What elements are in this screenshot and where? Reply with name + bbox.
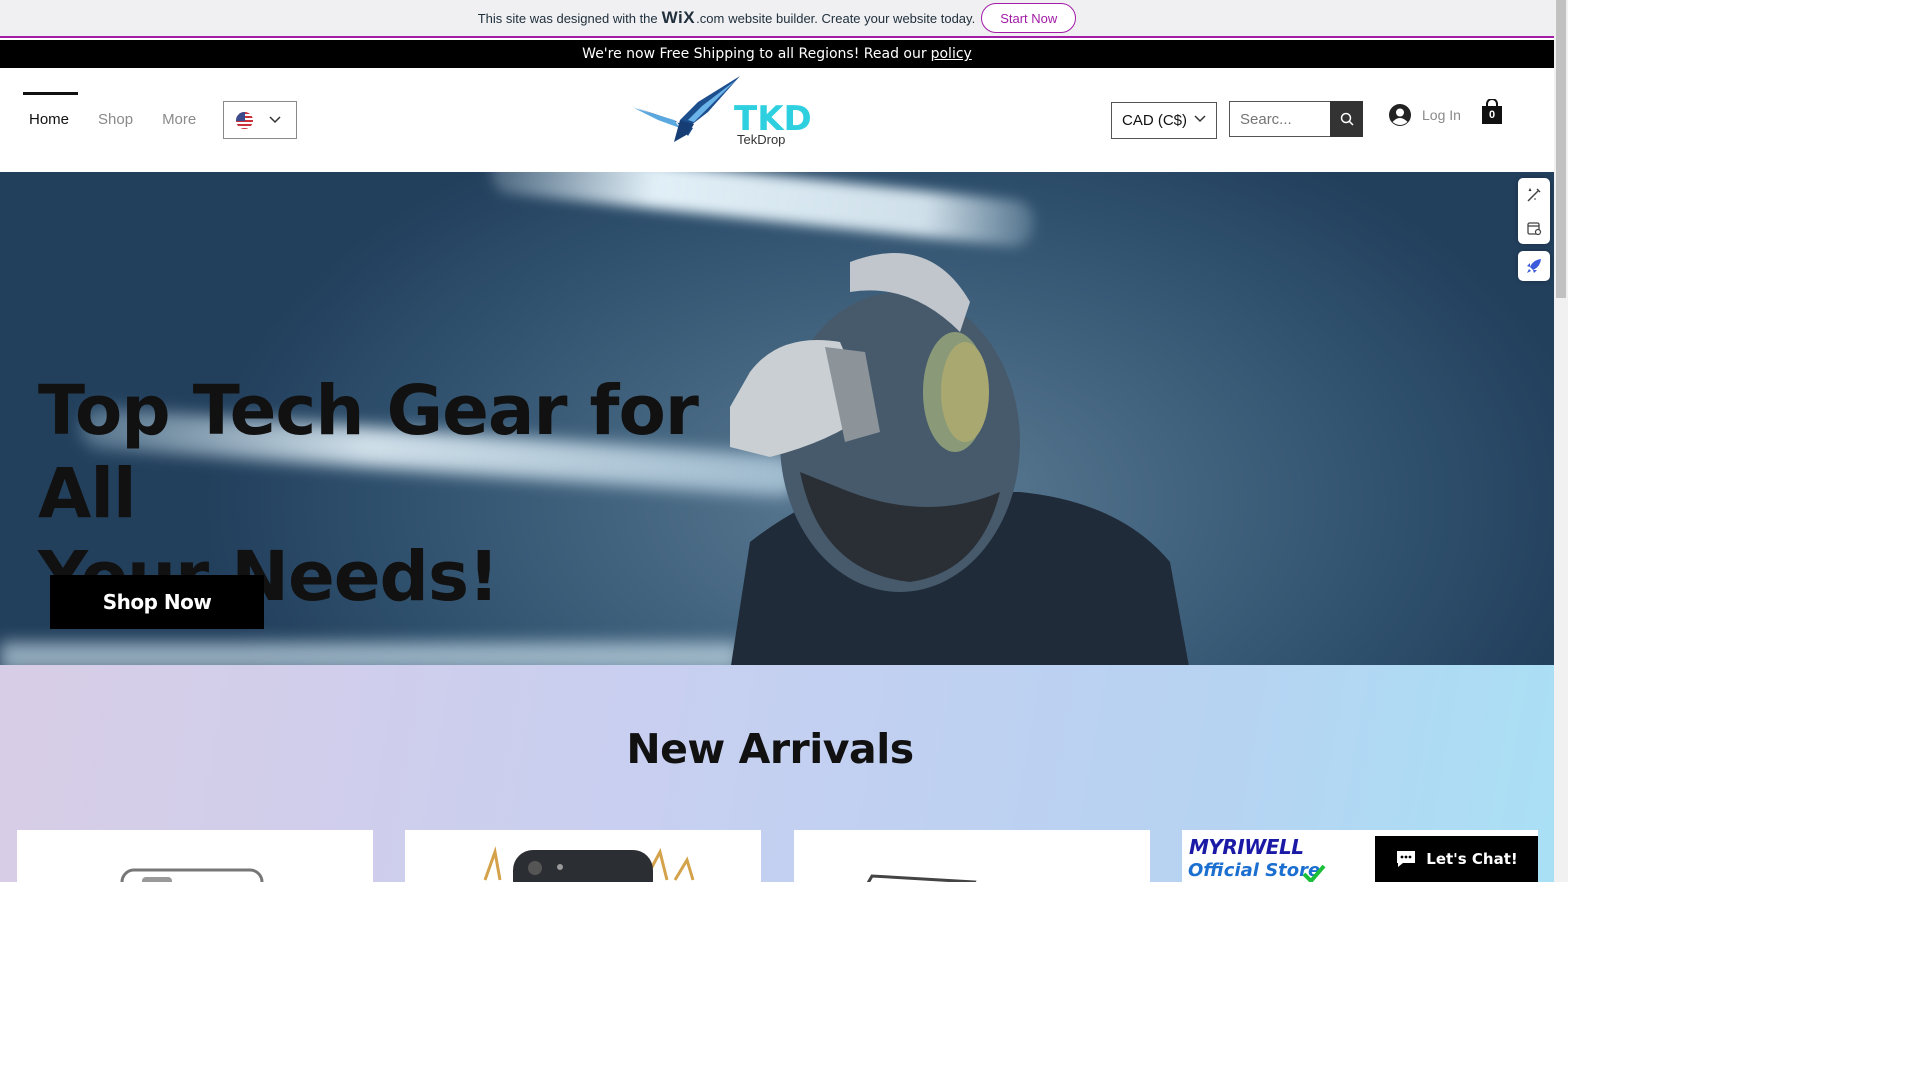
checkmark-icon: [1302, 864, 1326, 882]
wix-banner-text-after: website builder. Create your website tod…: [728, 10, 976, 26]
search-box: [1229, 101, 1363, 137]
nav-item-home[interactable]: Home: [23, 92, 79, 147]
calendar-settings-icon[interactable]: [1526, 220, 1542, 236]
rocket-icon: [1527, 259, 1541, 273]
page: { "wix_banner": { "text_before": "This s…: [0, 0, 1568, 882]
shipping-text: We're now Free Shipping to all Regions! …: [582, 46, 927, 62]
scrollbar-thumb[interactable]: [1556, 0, 1566, 298]
product-image: [866, 874, 977, 882]
wix-banner-text-before: This site was designed with the: [477, 10, 658, 26]
magic-edit-icon[interactable]: [1526, 187, 1542, 203]
language-selector[interactable]: [223, 101, 297, 139]
main-nav: Home Shop More: [23, 92, 219, 147]
brand-logo: MYRIWELL: [1189, 835, 1304, 859]
shipping-announcement-bar: We're now Free Shipping to all Regions! …: [0, 40, 1554, 68]
search-input[interactable]: [1229, 101, 1330, 137]
eagle-logo-icon: [631, 76, 740, 142]
hero-light-beam: [0, 642, 740, 665]
lets-chat-button[interactable]: Let's Chat!: [1375, 836, 1538, 882]
us-flag-icon: [236, 111, 253, 129]
wix-promo-banner: This site was designed with the WiX .com…: [0, 0, 1554, 38]
site-header: Home Shop More TKD TekDrop CAD (C$) Log …: [0, 68, 1554, 172]
nav-item-shop[interactable]: Shop: [92, 92, 139, 147]
site-logo[interactable]: TKD TekDrop: [628, 76, 812, 156]
product-image: [483, 846, 695, 882]
hero-section: Top Tech Gear for All Your Needs! Shop N…: [0, 172, 1554, 665]
hero-light-beam: [489, 172, 1036, 249]
vr-user-image: [730, 253, 1189, 665]
product-card[interactable]: [17, 830, 373, 882]
rocket-button[interactable]: [1518, 251, 1550, 281]
search-icon: [1340, 112, 1354, 126]
chat-bubble-icon: [1397, 851, 1416, 867]
currency-selector[interactable]: CAD (C$): [1111, 102, 1217, 139]
cart-button[interactable]: 0: [1481, 99, 1503, 127]
product-image: [120, 868, 264, 882]
nav-item-more[interactable]: More: [156, 92, 202, 147]
policy-link[interactable]: policy: [931, 46, 972, 62]
shop-now-button[interactable]: Shop Now: [50, 575, 264, 629]
chevron-down-icon: [1194, 115, 1206, 123]
product-card[interactable]: [405, 830, 761, 882]
cart-count: 0: [1488, 109, 1496, 121]
chevron-down-icon: [269, 116, 281, 124]
side-tools-panel: [1518, 178, 1550, 244]
login-label: Log In: [1422, 107, 1461, 123]
brand-tag: Official Store: [1188, 860, 1321, 881]
hero-title-line: Top Tech Gear for All: [38, 371, 699, 534]
start-now-button[interactable]: Start Now: [981, 3, 1077, 33]
logo-subtitle: TekDrop: [737, 132, 786, 147]
wix-logo-suffix: .com: [696, 10, 725, 26]
product-card[interactable]: [794, 830, 1150, 882]
login-button[interactable]: Log In: [1389, 104, 1461, 126]
new-arrivals-title: New Arrivals: [626, 725, 914, 773]
currency-value: CAD (C$): [1122, 112, 1188, 129]
wix-logo: WiX: [661, 8, 696, 27]
search-button[interactable]: [1330, 101, 1363, 137]
chat-label: Let's Chat!: [1426, 850, 1518, 868]
user-avatar-icon: [1389, 104, 1411, 126]
new-arrivals-section: New Arrivals MYRIWELL Official Store: [0, 665, 1554, 882]
